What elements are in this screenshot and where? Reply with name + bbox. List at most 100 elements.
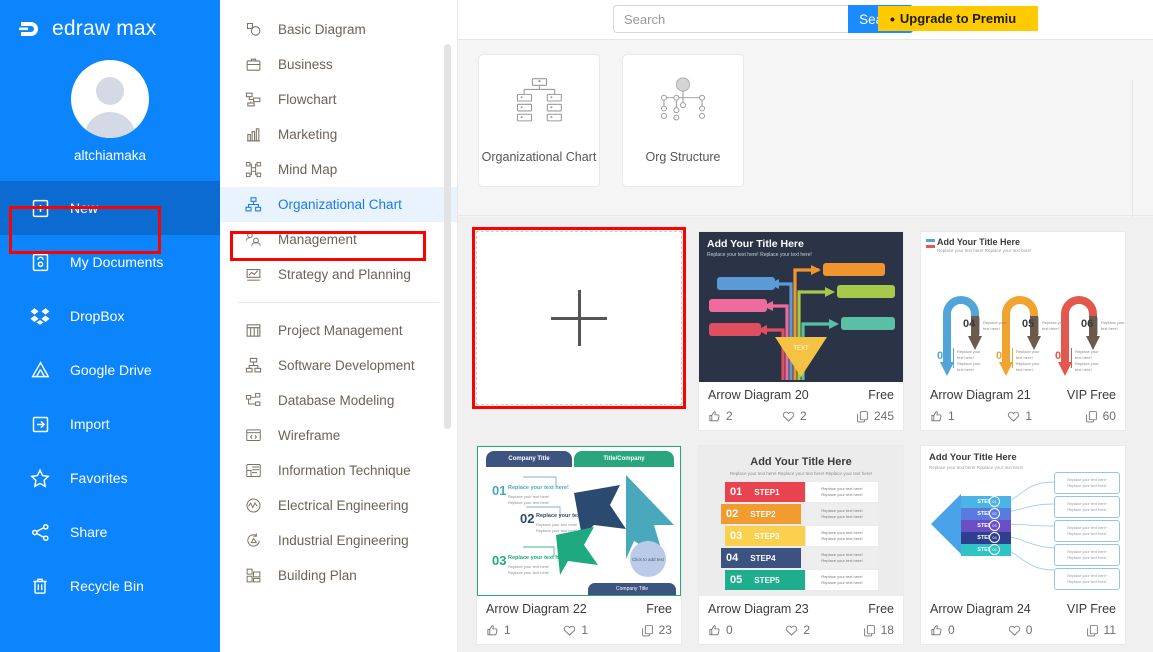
thumb-item-head: Replace your text here! <box>536 513 597 519</box>
category-item-electrical-engineering[interactable]: Electrical Engineering <box>220 488 457 523</box>
type-card-organizational-chart[interactable]: Organizational Chart <box>478 54 600 187</box>
type-card-org-structure[interactable]: Org Structure <box>622 54 744 187</box>
sidebar-item-label: New <box>70 200 99 216</box>
sidebar-item-import[interactable]: Import <box>0 397 220 451</box>
category-item-building-plan[interactable]: Building Plan <box>220 558 457 593</box>
copy-icon <box>857 410 868 422</box>
category-item-information-technique[interactable]: Information Technique <box>220 453 457 488</box>
copy-icon <box>641 624 653 636</box>
category-item-flowchart[interactable]: Flowchart <box>220 82 457 117</box>
wireframe-icon <box>242 425 264 447</box>
sidebar-item-my-documents[interactable]: My Documents <box>0 235 220 289</box>
favorite-count: 0 <box>1025 623 1033 637</box>
thumb-bottom-label: Company Title <box>588 583 676 595</box>
step-number: 04 <box>726 552 739 564</box>
arrow-diagram-24-art: Add Your Title Here Replace your text he… <box>921 446 1125 596</box>
step-label: STEP4 <box>750 553 776 563</box>
upgrade-to-premium-button[interactable]: • Upgrade to Premiu <box>878 6 1038 31</box>
category-label: Industrial Engineering <box>278 533 409 548</box>
sidebar-item-new[interactable]: New <box>0 181 220 235</box>
like-stat: 2 <box>708 409 733 423</box>
template-card[interactable]: Company Title Title/Company 01 02 03 Rep… <box>476 445 682 645</box>
sidebar-item-label: Recycle Bin <box>70 578 144 594</box>
step-label: STEP4 <box>961 532 1011 544</box>
user-profile: altchiamaka <box>0 46 220 163</box>
category-item-project-management[interactable]: Project Management <box>220 313 457 348</box>
step-label: STEP5 <box>754 575 780 585</box>
mind-map-icon <box>242 159 264 181</box>
category-item-basic-diagram[interactable]: Basic Diagram <box>220 12 457 47</box>
category-item-software-development[interactable]: Software Development <box>220 348 457 383</box>
copy-count: 245 <box>873 409 894 423</box>
main-content: Search • Upgrade to Premiu Organizationa… <box>458 0 1153 652</box>
template-meta: Arrow Diagram 23 Free 0 2 18 <box>699 596 903 644</box>
category-item-wireframe[interactable]: Wireframe <box>220 418 457 453</box>
category-item-marketing[interactable]: Marketing <box>220 117 457 152</box>
category-label: Building Plan <box>278 568 357 583</box>
copy-stat: 11 <box>1086 623 1116 637</box>
thumb-subtitle: Replace your text here! Replace your tex… <box>937 248 1032 253</box>
org-structure-thumb-icon <box>654 77 712 130</box>
copy-stat: 60 <box>1085 409 1116 423</box>
sidebar-item-label: Google Drive <box>70 362 152 378</box>
template-card[interactable]: Add Your Title Here Replace your text he… <box>698 445 904 645</box>
template-thumbnail: Add Your Title Here Replace your text he… <box>921 446 1125 596</box>
category-item-organizational-chart[interactable]: Organizational Chart <box>220 187 457 222</box>
arrow-diagram-22-art: Company Title Title/Company 01 02 03 Rep… <box>477 446 681 596</box>
favorite-count: 2 <box>799 409 807 423</box>
category-item-strategy-and-planning[interactable]: Strategy and Planning <box>220 257 457 292</box>
like-count: 0 <box>726 623 733 637</box>
category-scrollbar[interactable] <box>444 44 451 429</box>
category-group-secondary: Project Management Software Development <box>220 303 457 593</box>
category-item-mind-map[interactable]: Mind Map <box>220 152 457 187</box>
template-price: Free <box>868 602 894 616</box>
sidebar-item-dropbox[interactable]: DropBox <box>0 289 220 343</box>
category-label: Database Modeling <box>278 393 395 408</box>
copy-stat: 23 <box>641 623 672 637</box>
template-card[interactable]: Add Your Title Here Replace your text he… <box>920 445 1126 645</box>
template-title: Arrow Diagram 20 <box>708 388 809 402</box>
trash-icon <box>28 574 52 598</box>
sidebar-item-recycle-bin[interactable]: Recycle Bin <box>0 559 220 613</box>
favorite-count: 1 <box>581 623 588 637</box>
template-grid-wrapper[interactable]: Add Your Title Here Replace your text he… <box>458 217 1153 652</box>
template-thumbnail: Add Your Title Here Replace your text he… <box>921 232 1125 382</box>
thumbs-up-icon <box>709 410 720 421</box>
sidebar-item-favorites[interactable]: Favorites <box>0 451 220 505</box>
heart-icon <box>1008 625 1020 636</box>
template-title: Arrow Diagram 23 <box>708 602 809 616</box>
category-label: Software Development <box>278 358 415 373</box>
arrow-diagram-20-art: Add Your Title Here Replace your text he… <box>699 232 903 382</box>
template-price: Free <box>868 388 894 402</box>
step-label: STEP2 <box>961 508 1011 520</box>
category-group-primary: Basic Diagram Business Flowchart Marketi… <box>220 0 457 292</box>
search-input[interactable] <box>613 5 848 33</box>
template-thumbnail: Add Your Title Here Replace your text he… <box>699 232 903 382</box>
category-label: Wireframe <box>278 428 341 443</box>
sidebar-item-google-drive[interactable]: Google Drive <box>0 343 220 397</box>
blank-template-card[interactable] <box>476 231 682 405</box>
like-stat: 1 <box>486 623 511 637</box>
category-item-database-modeling[interactable]: Database Modeling <box>220 383 457 418</box>
template-card[interactable]: Add Your Title Here Replace your text he… <box>920 231 1126 431</box>
template-card[interactable]: Add Your Title Here Replace your text he… <box>698 231 904 431</box>
sidebar-item-label: Import <box>70 416 110 432</box>
step-desc: Replace your text here! Replace your text… <box>806 504 878 524</box>
step-number: 05 <box>730 574 743 586</box>
upgrade-label: Upgrade to Premiu <box>899 11 1017 26</box>
import-icon <box>28 412 52 436</box>
thumb-number: 02 <box>996 350 1009 362</box>
template-title: Arrow Diagram 21 <box>930 388 1031 402</box>
brand-name: edraw max <box>52 17 157 40</box>
edraw-logo-icon <box>18 19 44 39</box>
arrow-diagram-21-art: Add Your Title Here Replace your text he… <box>921 232 1125 382</box>
thumbs-up-icon <box>931 624 942 635</box>
template-meta: Arrow Diagram 22 Free 1 1 23 <box>477 596 681 644</box>
category-item-business[interactable]: Business <box>220 47 457 82</box>
category-item-management[interactable]: Management <box>220 222 457 257</box>
sidebar-item-share[interactable]: Share <box>0 505 220 559</box>
favorite-stat: 0 <box>1008 623 1033 637</box>
thumb-number: 01 <box>492 483 507 498</box>
category-item-industrial-engineering[interactable]: Industrial Engineering <box>220 523 457 558</box>
thumb-number: 02 <box>520 511 535 526</box>
